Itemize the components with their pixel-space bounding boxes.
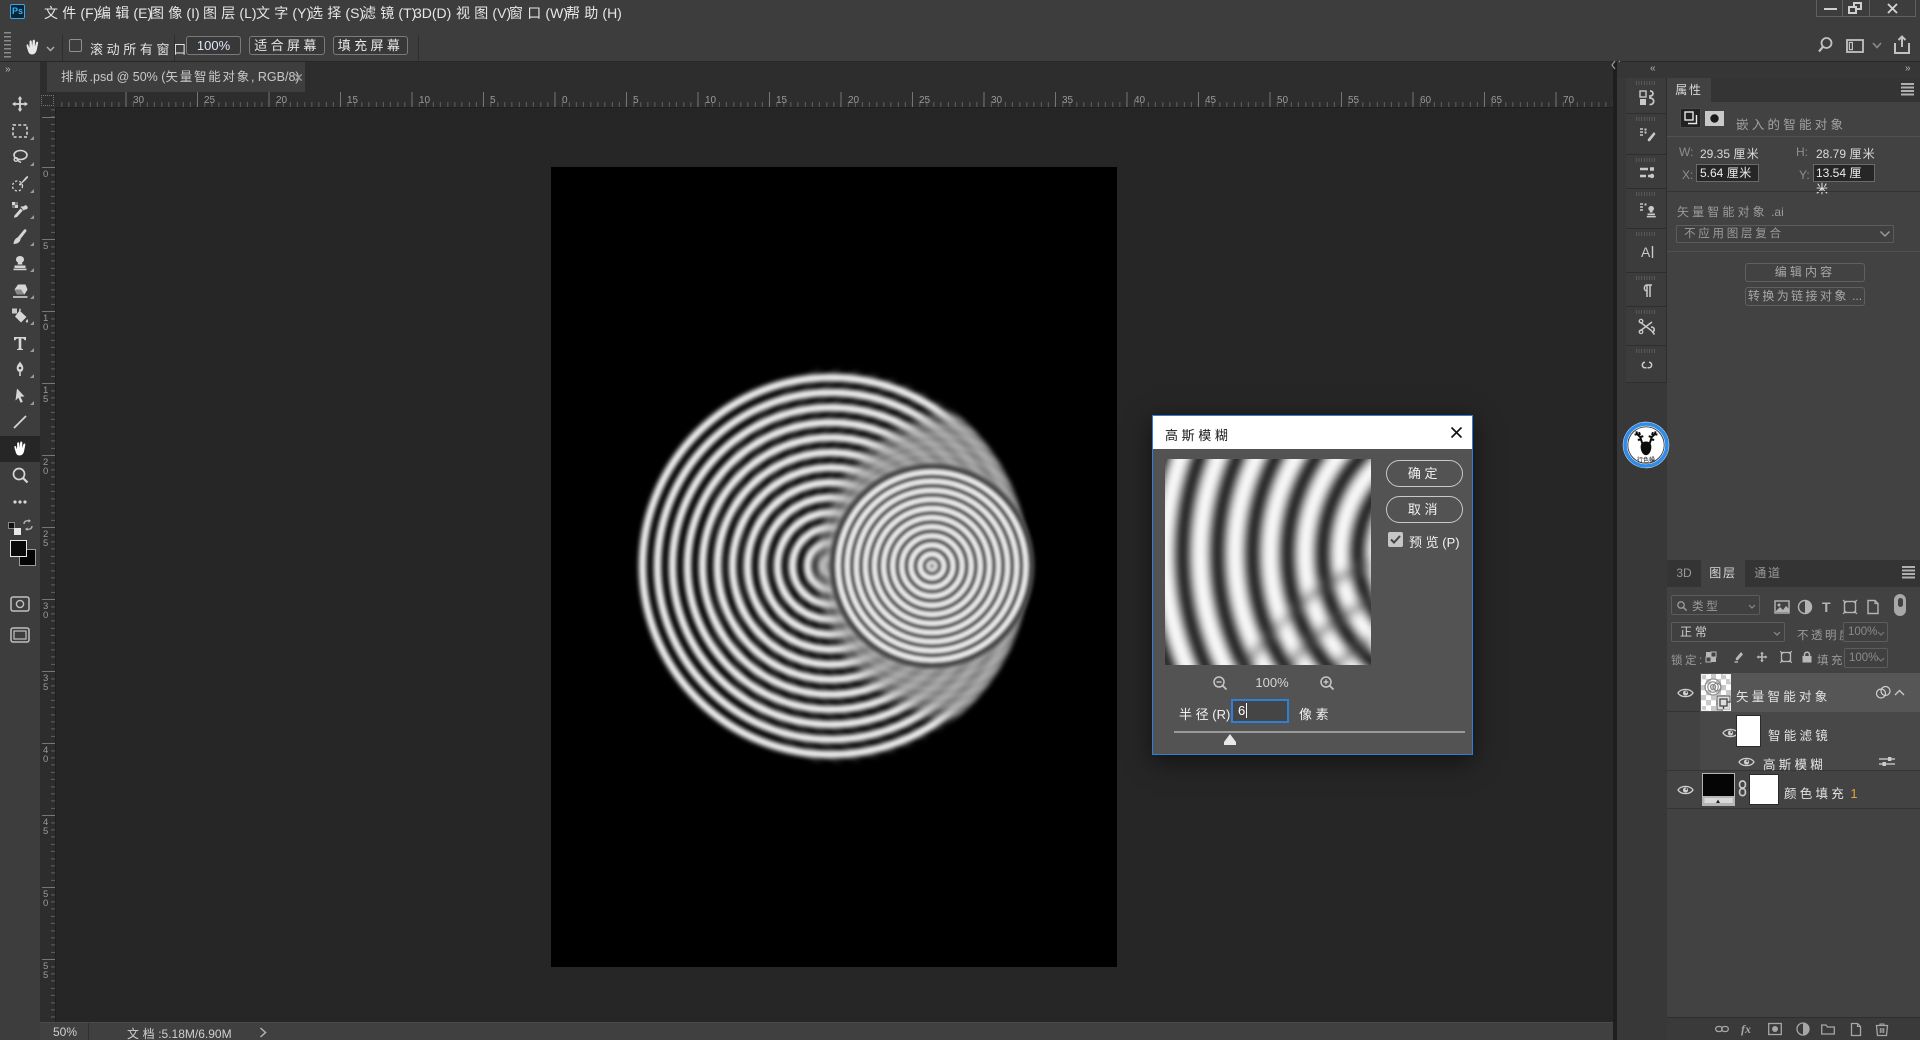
svg-text:行色幧: 行色幧 xyxy=(1637,456,1655,464)
svg-text:fx: fx xyxy=(1741,1022,1751,1036)
svg-text:T: T xyxy=(1822,599,1831,615)
svg-text:A: A xyxy=(1641,244,1651,260)
